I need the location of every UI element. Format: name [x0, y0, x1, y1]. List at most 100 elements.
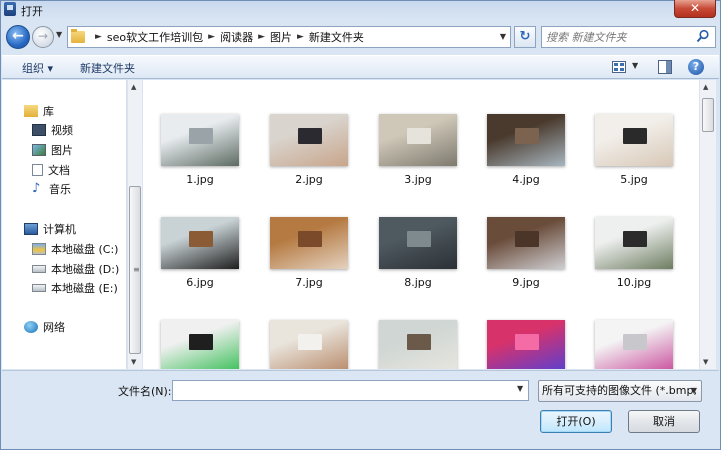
file-item[interactable]: 3.jpg: [378, 114, 458, 186]
image-thumbnail[interactable]: [161, 320, 239, 369]
nav-item-drive-d[interactable]: 本地磁盘 (D:): [32, 260, 119, 278]
image-thumbnail[interactable]: [595, 217, 673, 269]
nav-item-pictures[interactable]: 图片: [32, 141, 73, 159]
command-bar: 组织 ▾ 新建文件夹 ▼ ?: [2, 55, 719, 79]
image-thumbnail[interactable]: [270, 114, 348, 166]
pictures-icon: [32, 144, 46, 156]
file-name: 5.jpg: [620, 173, 648, 186]
open-file-dialog: 打开 ✕ ← → ▼ ► seo软文工作培训包 ► 阅读器 ► 图片 ► 新建文…: [0, 0, 721, 450]
file-list: 1.jpg 2.jpg 3.jpg 4.jpg 5.jpg 6.jpg 7.jpg 8.jpg…: [143, 80, 699, 369]
file-item[interactable]: 9.jpg: [486, 217, 566, 289]
image-thumbnail[interactable]: [487, 114, 565, 166]
laptop-shape: [189, 231, 213, 247]
file-list-scrollbar[interactable]: ▲ ▼: [699, 80, 716, 369]
image-thumbnail[interactable]: [379, 114, 457, 166]
chevron-right-icon[interactable]: ►: [258, 32, 265, 42]
filename-label: 文件名(N):: [118, 385, 172, 398]
file-item[interactable]: [594, 320, 674, 369]
nav-item-drive-e[interactable]: 本地磁盘 (E:): [32, 279, 118, 297]
open-button[interactable]: 打开(O): [540, 410, 612, 433]
image-thumbnail[interactable]: [161, 114, 239, 166]
image-thumbnail[interactable]: [379, 320, 457, 369]
breadcrumb-item[interactable]: ► 图片: [253, 29, 292, 45]
nav-item-computer[interactable]: 计算机: [24, 220, 76, 238]
help-icon[interactable]: ?: [688, 59, 704, 75]
scrollbar-thumb[interactable]: ≡: [129, 186, 141, 354]
chevron-down-icon[interactable]: ▼: [691, 381, 697, 401]
library-icon: [24, 105, 38, 117]
breadcrumb-item[interactable]: ► 新建文件夹: [292, 29, 364, 45]
nav-item-music[interactable]: ♪ 音乐: [32, 180, 71, 198]
image-thumbnail[interactable]: [487, 320, 565, 369]
history-dropdown-icon[interactable]: ▼: [56, 30, 64, 40]
address-dropdown-icon[interactable]: ▼: [500, 32, 506, 41]
file-item[interactable]: [486, 320, 566, 369]
file-item[interactable]: 10.jpg: [594, 217, 674, 289]
filename-dropdown-icon[interactable]: ▼: [517, 384, 523, 393]
nav-item-libraries[interactable]: 库: [24, 102, 54, 120]
forward-arrow-icon: →: [37, 29, 49, 43]
grip-icon: ≡: [133, 265, 140, 274]
cancel-button[interactable]: 取消: [628, 410, 700, 433]
app-icon: [4, 2, 16, 16]
scroll-down-arrow-icon[interactable]: ▼: [131, 358, 136, 366]
chevron-right-icon[interactable]: ►: [95, 32, 102, 42]
file-item[interactable]: [269, 320, 349, 369]
image-thumbnail[interactable]: [487, 217, 565, 269]
filename-input[interactable]: [172, 380, 529, 401]
music-note-icon: ♪: [32, 181, 41, 196]
file-name: 8.jpg: [404, 276, 432, 289]
search-icon[interactable]: [696, 29, 710, 43]
laptop-shape: [189, 128, 213, 144]
nav-item-network[interactable]: 网络: [24, 318, 65, 336]
file-item[interactable]: 6.jpg: [160, 217, 240, 289]
file-item[interactable]: 5.jpg: [594, 114, 674, 186]
file-item[interactable]: [160, 320, 240, 369]
laptop-shape: [515, 231, 539, 247]
file-item[interactable]: 2.jpg: [269, 114, 349, 186]
image-thumbnail[interactable]: [161, 217, 239, 269]
nav-item-documents[interactable]: 文档: [32, 161, 70, 179]
image-thumbnail[interactable]: [379, 217, 457, 269]
view-options-icon[interactable]: [612, 61, 626, 73]
laptop-shape: [515, 334, 539, 350]
file-item[interactable]: 7.jpg: [269, 217, 349, 289]
new-folder-button[interactable]: 新建文件夹: [80, 60, 135, 76]
preview-pane-icon[interactable]: [658, 60, 672, 74]
image-thumbnail[interactable]: [595, 114, 673, 166]
navigation-scrollbar[interactable]: ▲ ≡ ▼: [127, 80, 142, 369]
scrollbar-thumb[interactable]: [702, 98, 714, 132]
image-thumbnail[interactable]: [270, 217, 348, 269]
file-item[interactable]: 8.jpg: [378, 217, 458, 289]
scroll-down-arrow-icon[interactable]: ▼: [703, 358, 708, 366]
forward-button[interactable]: →: [32, 26, 54, 48]
view-dropdown-icon[interactable]: ▼: [632, 61, 638, 70]
navigation-pane: 库 视频 图片 文档 ♪ 音乐 计算机 本地磁盘 (C:) 本地磁盘 (D:): [2, 80, 127, 369]
scroll-up-arrow-icon[interactable]: ▲: [703, 83, 708, 91]
organize-button[interactable]: 组织 ▾: [22, 60, 53, 76]
file-type-select[interactable]: 所有可支持的图像文件 (*.bmp; ▼: [538, 380, 702, 402]
address-row: ← → ▼ ► seo软文工作培训包 ► 阅读器 ► 图片 ► 新建文件夹 ▼ …: [1, 21, 720, 51]
nav-item-drive-c[interactable]: 本地磁盘 (C:): [32, 240, 118, 258]
breadcrumb-item[interactable]: ► seo软文工作培训包: [90, 29, 203, 45]
window-title: 打开: [21, 5, 43, 18]
close-button[interactable]: ✕: [674, 0, 716, 18]
nav-item-videos[interactable]: 视频: [32, 121, 73, 139]
refresh-button[interactable]: ↻: [514, 26, 536, 48]
file-name: 6.jpg: [186, 276, 214, 289]
image-thumbnail[interactable]: [595, 320, 673, 369]
file-item[interactable]: 1.jpg: [160, 114, 240, 186]
back-button[interactable]: ←: [6, 25, 30, 49]
laptop-shape: [407, 334, 431, 350]
image-thumbnail[interactable]: [270, 320, 348, 369]
file-item[interactable]: 4.jpg: [486, 114, 566, 186]
search-box[interactable]: [541, 26, 716, 48]
chevron-right-icon[interactable]: ►: [297, 32, 304, 42]
address-bar[interactable]: ► seo软文工作培训包 ► 阅读器 ► 图片 ► 新建文件夹 ▼: [67, 26, 511, 48]
file-name: 7.jpg: [295, 276, 323, 289]
file-item[interactable]: [378, 320, 458, 369]
chevron-right-icon[interactable]: ►: [208, 32, 215, 42]
scroll-up-arrow-icon[interactable]: ▲: [131, 83, 136, 91]
breadcrumb-item[interactable]: ► 阅读器: [203, 29, 253, 45]
search-input[interactable]: [546, 29, 691, 45]
